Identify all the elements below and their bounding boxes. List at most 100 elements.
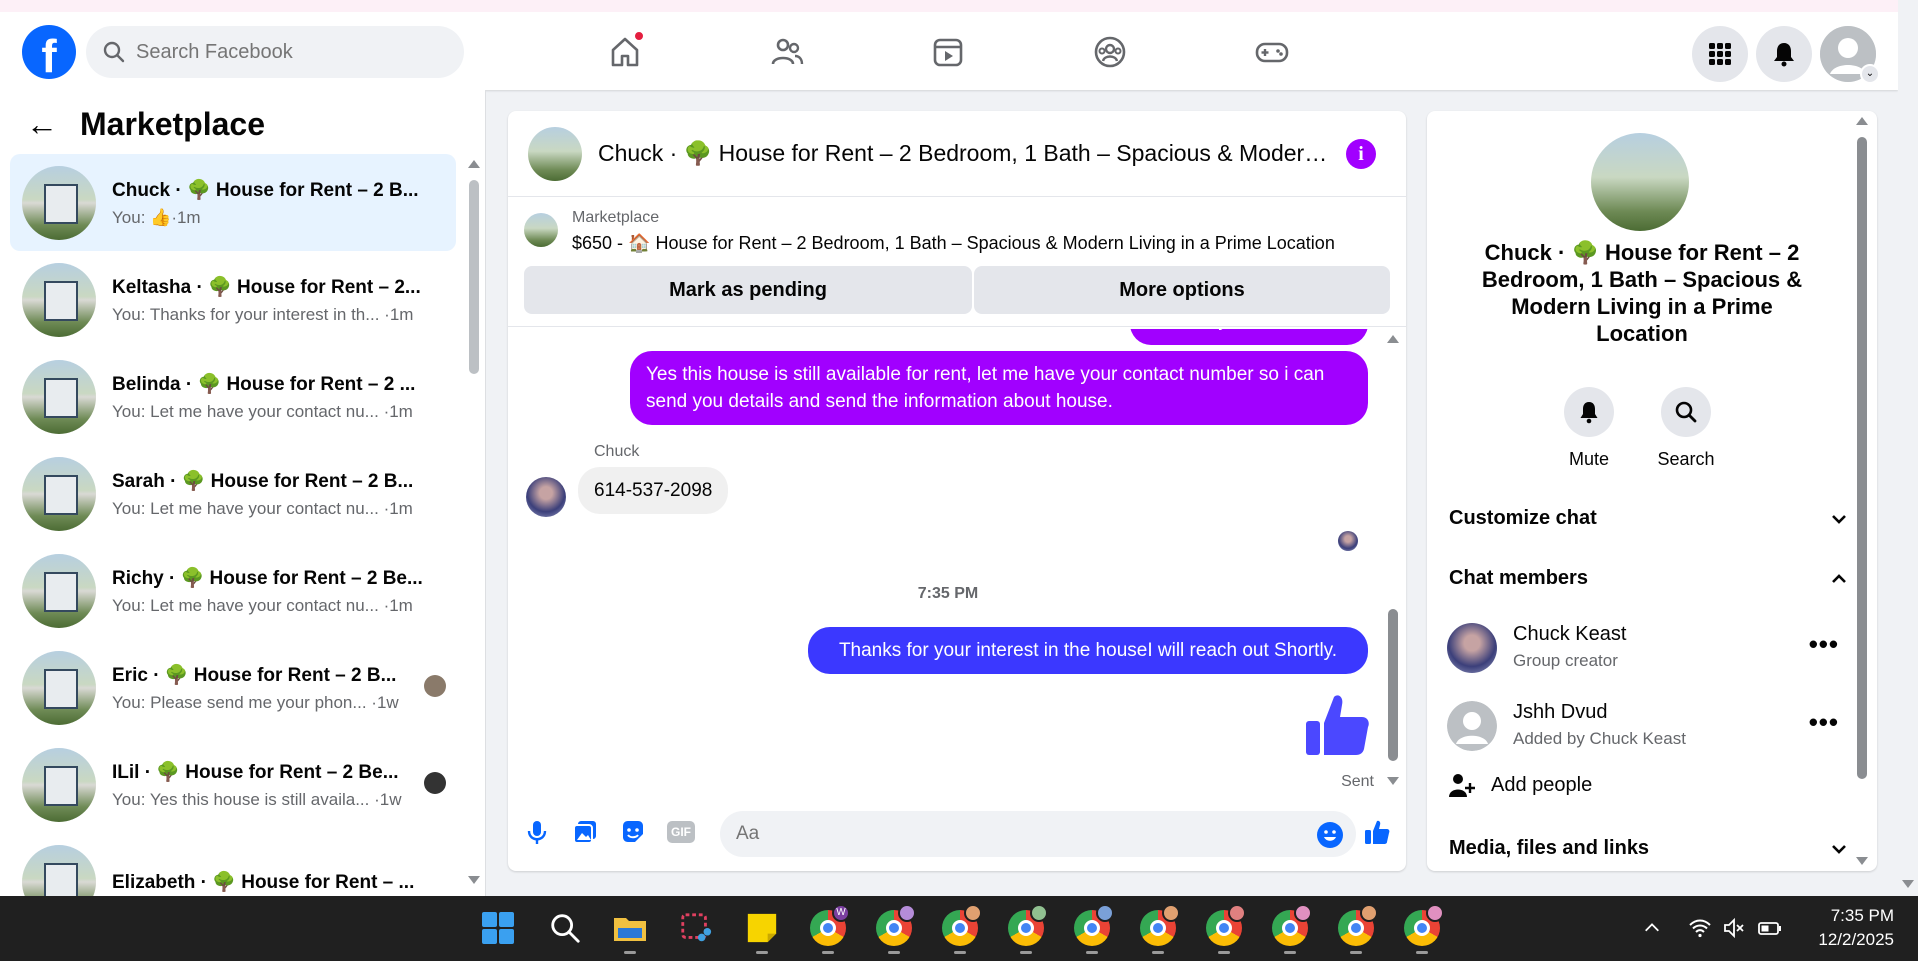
details-scrollbar[interactable] <box>1855 117 1869 867</box>
taskbar-search-button[interactable] <box>545 908 585 948</box>
start-button[interactable] <box>478 908 518 948</box>
search-icon <box>103 41 125 63</box>
more-options-icon[interactable]: ••• <box>1809 629 1839 660</box>
system-clock[interactable]: 7:35 PM 12/2/2025 <box>1804 904 1894 952</box>
sidebar-scrollbar[interactable] <box>468 160 480 890</box>
conversation-item[interactable]: Elizabeth · 🌳 House for Rent – ... <box>10 833 456 896</box>
message-input[interactable] <box>736 823 1296 845</box>
mark-as-pending-button[interactable]: Mark as pending <box>524 266 972 314</box>
customize-chat-label: Customize chat <box>1449 507 1597 529</box>
sent-message: Thanks for your interest in the houseI w… <box>808 627 1368 674</box>
conversation-item[interactable]: Eric · 🌳 House for Rent – 2 B... You: Pl… <box>10 639 456 736</box>
nav-groups[interactable] <box>1086 32 1134 72</box>
show-hidden-icons-button[interactable] <box>1632 908 1672 948</box>
battery-status[interactable] <box>1750 908 1790 948</box>
conversation-item[interactable]: ILil · 🌳 House for Rent – 2 Be... You: Y… <box>10 736 456 833</box>
chat-members-section[interactable]: Chat members <box>1449 567 1849 590</box>
media-files-links-section[interactable]: Media, files and links <box>1449 837 1849 860</box>
sender-avatar[interactable] <box>526 477 566 517</box>
preview-prefix: You: <box>112 498 151 518</box>
chrome-icon <box>876 904 916 946</box>
volume-status[interactable] <box>1714 908 1754 948</box>
conversation-preview: You: Please send me your phon... ·1w <box>112 693 432 713</box>
scroll-up-arrow-icon[interactable] <box>1387 335 1399 343</box>
conversation-item[interactable]: Chuck · 🌳 House for Rent – 2 B... You: 👍… <box>10 154 456 251</box>
chat-scrollbar[interactable] <box>1386 329 1400 799</box>
chat-members-label: Chat members <box>1449 567 1588 589</box>
scroll-down-arrow-icon[interactable] <box>1856 857 1868 865</box>
conversation-item[interactable]: Richy · 🌳 House for Rent – 2 Be... You: … <box>10 542 456 639</box>
chrome-window-3[interactable] <box>940 904 982 954</box>
chrome-window-10[interactable] <box>1402 904 1444 954</box>
seen-avatar <box>424 675 446 697</box>
more-options-button[interactable]: More options <box>974 266 1390 314</box>
scrollbar-thumb[interactable] <box>1388 609 1398 761</box>
scroll-down-arrow-icon[interactable] <box>468 876 480 884</box>
chrome-window-1[interactable]: W <box>808 904 850 954</box>
chat-title[interactable]: Chuck · 🌳 House for Rent – 2 Bedroom, 1 … <box>598 140 1328 167</box>
chrome-window-7[interactable] <box>1204 904 1246 954</box>
chat-avatar[interactable] <box>528 126 582 181</box>
chrome-window-6[interactable] <box>1138 904 1180 954</box>
message-input-box[interactable] <box>720 811 1356 857</box>
chrome-window-2[interactable] <box>874 904 916 954</box>
preview-text: Let me have your contact nu... <box>150 595 379 615</box>
member-row[interactable]: Jshh Dvud Added by Chuck Keast ••• <box>1447 697 1847 757</box>
preview-time: ·1m <box>383 595 413 615</box>
conversation-item[interactable]: Belinda · 🌳 House for Rent – 2 ... You: … <box>10 348 456 445</box>
conversation-item[interactable]: Keltasha · 🌳 House for Rent – 2... You: … <box>10 251 456 348</box>
customize-chat-section[interactable]: Customize chat <box>1449 507 1849 530</box>
listing-thumbnail[interactable] <box>524 213 558 247</box>
emoji-icon[interactable] <box>1316 821 1344 849</box>
gif-button[interactable]: GIF <box>664 815 698 849</box>
info-icon[interactable]: i <box>1346 139 1376 169</box>
preview-prefix: You: <box>112 789 150 809</box>
preview-prefix: You: <box>112 207 151 227</box>
chrome-window-9[interactable] <box>1336 904 1378 954</box>
attach-photo-button[interactable] <box>568 815 602 849</box>
search-in-chat-button[interactable]: Search <box>1646 387 1726 470</box>
sticky-notes-button[interactable] <box>742 908 782 954</box>
scroll-up-arrow-icon[interactable] <box>1856 117 1868 125</box>
nav-gaming[interactable] <box>1248 32 1296 72</box>
profile-avatar[interactable]: ⌄ <box>1820 26 1880 84</box>
notifications-button[interactable] <box>1756 26 1812 82</box>
scroll-up-arrow-icon[interactable] <box>468 160 480 168</box>
member-row[interactable]: Chuck Keast Group creator ••• <box>1447 619 1847 679</box>
nav-friends[interactable] <box>763 32 811 72</box>
running-indicator <box>1152 951 1164 954</box>
wifi-icon <box>1689 919 1711 938</box>
member-role: Group creator <box>1513 651 1618 670</box>
scroll-down-arrow-icon[interactable] <box>1902 880 1914 888</box>
nav-home[interactable] <box>601 30 649 72</box>
file-explorer-button[interactable] <box>610 908 650 954</box>
scrollbar-thumb[interactable] <box>1857 137 1867 779</box>
more-options-icon[interactable]: ••• <box>1809 707 1839 738</box>
menu-button[interactable] <box>1692 26 1748 82</box>
chrome-window-8[interactable] <box>1270 904 1312 954</box>
add-people-button[interactable]: Add people <box>1447 771 1592 799</box>
conversation-item[interactable]: Sarah · 🌳 House for Rent – 2 B... You: L… <box>10 445 456 542</box>
search-input[interactable] <box>136 40 436 64</box>
scroll-down-arrow-icon[interactable] <box>1387 777 1399 785</box>
facebook-logo[interactable]: f <box>22 25 76 82</box>
chrome-window-4[interactable] <box>1006 904 1048 954</box>
voice-clip-button[interactable] <box>520 815 554 849</box>
send-like-button[interactable] <box>1360 815 1394 849</box>
windows-logo-icon <box>482 912 514 944</box>
page-scrollbar[interactable] <box>1898 0 1918 896</box>
snipping-tool-button[interactable] <box>676 908 716 948</box>
preview-text: Thanks for your interest in th... <box>149 304 380 324</box>
clock-date: 12/2/2025 <box>1818 930 1894 949</box>
chrome-window-5[interactable] <box>1072 904 1114 954</box>
message-thread: Yes, are you interested? Yes this house … <box>508 329 1388 799</box>
listing-price[interactable]: $650 - 🏠 House for Rent – 2 Bedroom, 1 B… <box>572 233 1335 254</box>
nav-video[interactable] <box>924 32 972 72</box>
running-indicator <box>1284 951 1296 954</box>
scrollbar-thumb[interactable] <box>469 180 479 374</box>
search-bar[interactable] <box>86 26 464 78</box>
mute-button[interactable]: Mute <box>1549 387 1629 470</box>
group-avatar[interactable] <box>1591 133 1689 231</box>
sticker-button[interactable] <box>616 815 650 849</box>
back-arrow-icon[interactable]: ← <box>26 106 58 143</box>
